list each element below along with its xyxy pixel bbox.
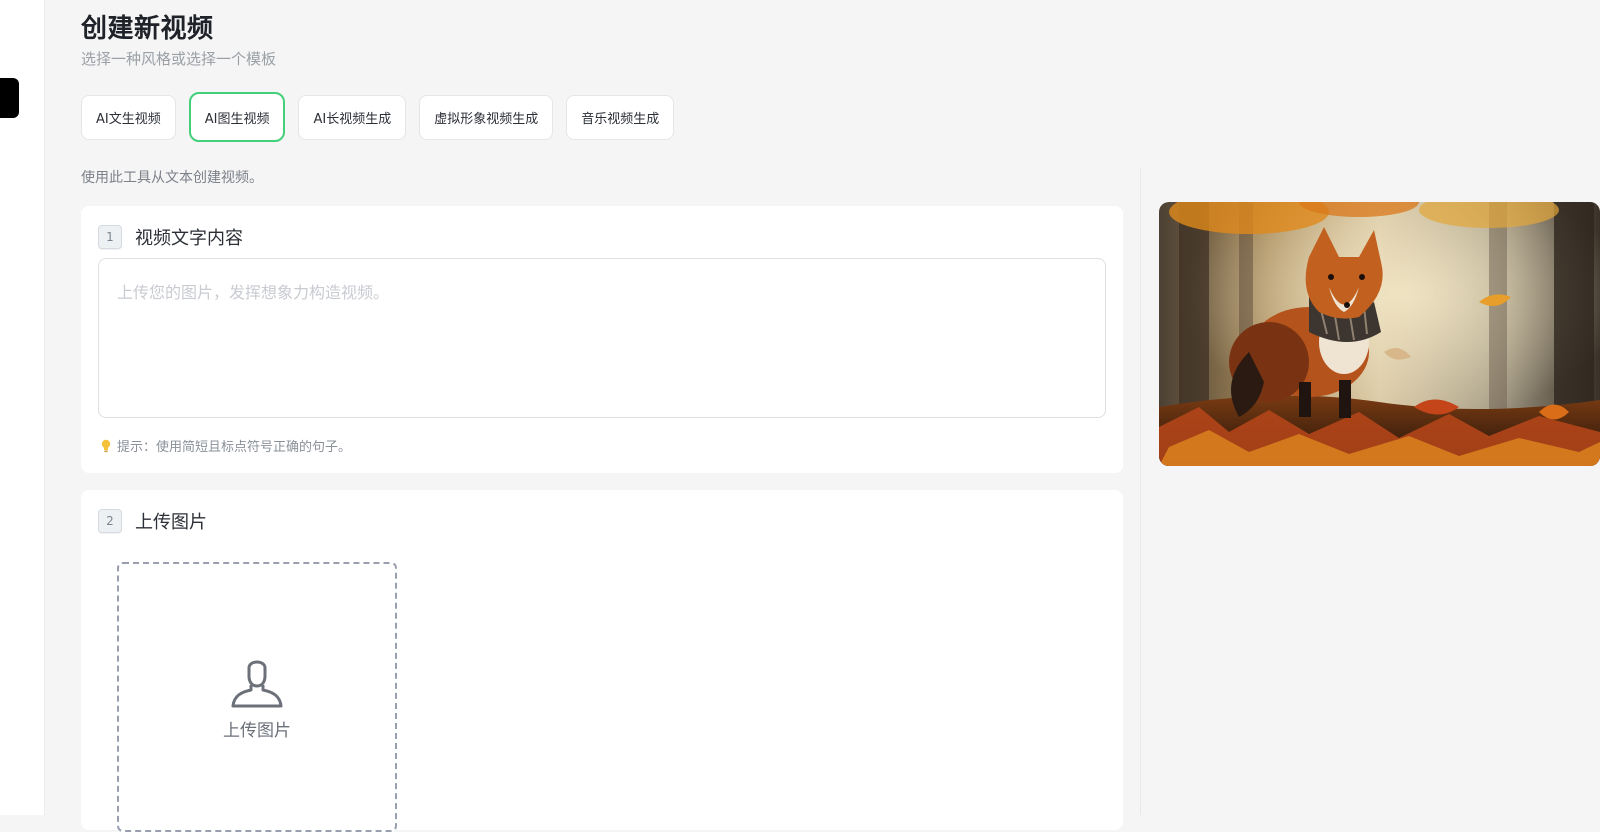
video-text-input[interactable] [98,258,1106,418]
lightbulb-icon [101,439,111,453]
sidebar-collapse-tab[interactable] [0,78,19,118]
step1-badge: 1 [98,225,122,249]
tab-image-to-video[interactable]: AI图生视频 [188,92,286,142]
page-subtitle: 选择一种风格或选择一个模板 [81,50,277,68]
hint-row: 提示：使用简短且标点符号正确的句子。 [101,436,351,455]
tool-description: 使用此工具从文本创建视频。 [81,170,263,186]
page-title: 创建新视频 [81,14,214,44]
hint-text: 提示：使用简短且标点符号正确的句子。 [117,440,352,455]
image-upload-dropzone[interactable]: 上传图片 [117,562,397,832]
fox-in-autumn-forest-image [1159,202,1600,466]
panel-divider [1140,168,1141,815]
step1-card: 1 视频文字内容 提示：使用简短且标点符号正确的句子。 [81,206,1123,473]
page-header: 创建新视频 选择一种风格或选择一个模板 [81,12,276,69]
mode-tabs: AI文生视频 AI图生视频 AI长视频生成 虚拟形象视频生成 音乐视频生成 [81,92,687,142]
upload-label: 上传图片 [223,720,291,741]
tab-music-video[interactable]: 音乐视频生成 [566,95,675,140]
tab-text-to-video[interactable]: AI文生视频 [81,95,176,140]
step2-badge: 2 [98,509,122,533]
tab-long-video[interactable]: AI长视频生成 [298,95,407,140]
step1-title: 视频文字内容 [135,228,243,249]
step2-card: 2 上传图片 上传图片 [81,490,1123,832]
user-upload-icon [229,654,285,714]
step1-header: 1 视频文字内容 [98,224,243,250]
left-sidebar [0,0,45,815]
step2-title: 上传图片 [135,512,207,533]
tab-avatar-video[interactable]: 虚拟形象视频生成 [419,95,554,140]
step2-header: 2 上传图片 [98,508,207,534]
